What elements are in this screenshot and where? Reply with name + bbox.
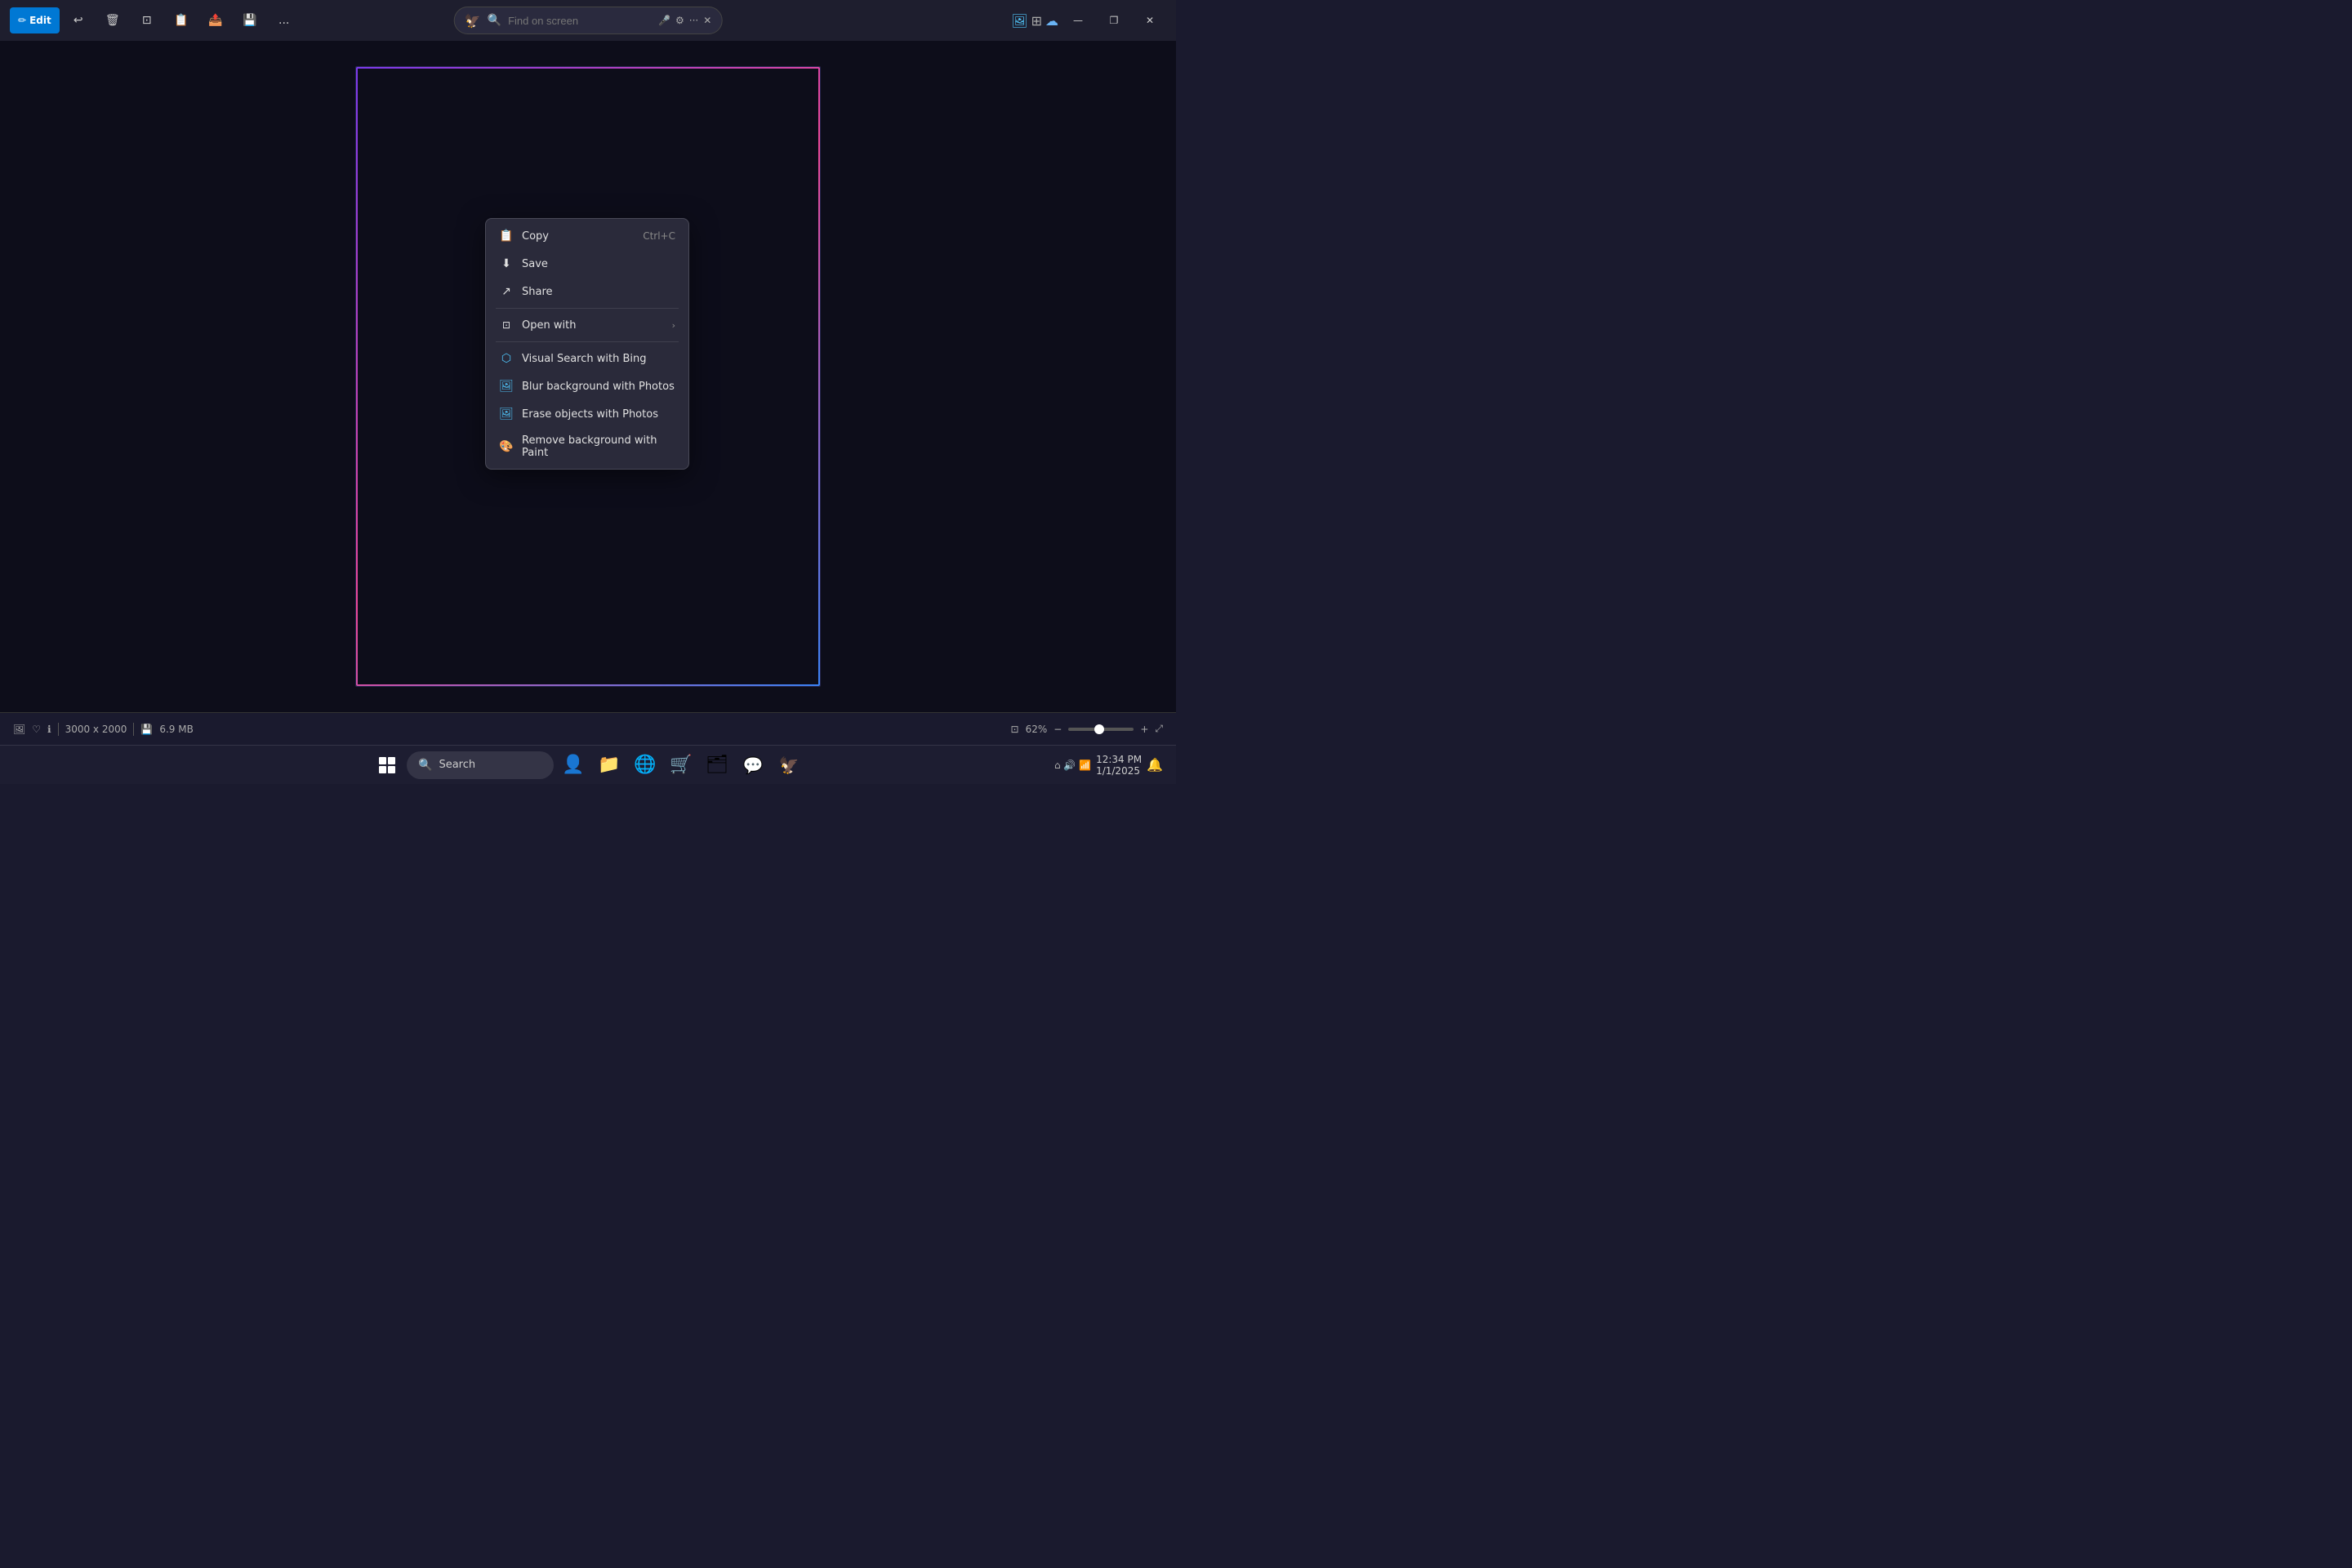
start-button[interactable] — [371, 749, 403, 782]
taskbar-edge[interactable]: 🌐 — [629, 749, 662, 782]
divider-1 — [58, 723, 59, 736]
copy-button[interactable]: 📋 — [166, 7, 197, 33]
window-controls: 🖼 ⊞ ☁ — ❐ ✕ — [1011, 7, 1166, 33]
copy-icon: 📋 — [499, 229, 514, 243]
title-bar: ✏ Edit ↩ 🗑 ⊡ 📋 📤 💾 ... 🦅 🔍 🎤 ⚙ ··· ✕ 🖼 ⊞… — [0, 0, 1176, 41]
save-label: Save — [522, 258, 675, 270]
system-tray-icons: ⌂ 🔊 📶 — [1054, 760, 1091, 771]
menu-item-blur-bg[interactable]: 🖼 Blur background with Photos — [489, 372, 685, 400]
share-label: Share — [522, 286, 675, 298]
blur-bg-icon: 🖼 — [499, 379, 514, 394]
status-right: ⊡ 62% − + ⤢ — [1011, 723, 1163, 735]
bing-icon: ⬡ — [499, 351, 514, 366]
pencil-icon: ✏ — [18, 15, 26, 26]
fullscreen-icon[interactable]: ⊡ — [1011, 724, 1019, 735]
zoom-thumb — [1094, 724, 1104, 734]
taskbar-store[interactable]: 🛒 — [665, 749, 697, 782]
taskbar-teams[interactable]: 💬 — [737, 749, 769, 782]
main-area: 📋 Copy Ctrl+C ⬇ Save ↗ Share ⊡ Open with… — [0, 41, 1176, 712]
status-bar: 🖼 ♡ ℹ 3000 x 2000 💾 6.9 MB ⊡ 62% − + ⤢ — [0, 712, 1176, 745]
blur-bg-label: Blur background with Photos — [522, 381, 675, 393]
menu-item-remove-bg[interactable]: 🎨 Remove background with Paint — [489, 428, 685, 466]
taskbar-center: 🔍 Search 👤 📁 🌐 🛒 🗂 💬 🦅 — [371, 749, 805, 782]
share-button[interactable]: 📤 — [200, 7, 231, 33]
divider-2 — [133, 723, 134, 736]
status-left: 🖼 ♡ ℹ 3000 x 2000 💾 6.9 MB — [13, 723, 194, 736]
more-icon[interactable]: ··· — [689, 15, 698, 26]
close-search-icon[interactable]: ✕ — [703, 15, 711, 26]
close-button[interactable]: ✕ — [1134, 7, 1166, 33]
file-size-icon: 💾 — [140, 724, 153, 735]
minimize-button[interactable]: — — [1062, 7, 1094, 33]
clock: 12:34 PM1/1/2025 — [1096, 754, 1142, 777]
copy-shortcut: Ctrl+C — [643, 230, 675, 242]
photos-icon: 🖼 — [1011, 13, 1027, 29]
taskbar-photos-app[interactable]: 🦅 — [773, 749, 805, 782]
taskbar: 🔍 Search 👤 📁 🌐 🛒 🗂 💬 🦅 ⌂ 🔊 📶 12:34 PM1/1… — [0, 745, 1176, 784]
find-on-screen-input[interactable] — [508, 15, 652, 27]
erase-icon: 🖼 — [499, 407, 514, 421]
save-button[interactable]: 💾 — [234, 7, 265, 33]
search-icon: 🔍 — [418, 759, 432, 772]
taskbar-search[interactable]: 🔍 Search — [407, 751, 554, 779]
delete-button[interactable]: 🗑 — [97, 7, 128, 33]
context-menu: 📋 Copy Ctrl+C ⬇ Save ↗ Share ⊡ Open with… — [485, 218, 689, 470]
dimensions-label: 3000 x 2000 — [65, 724, 127, 735]
taskbar-files[interactable]: 🗂 — [701, 749, 733, 782]
edit-button[interactable]: ✏ Edit — [10, 7, 60, 33]
file-size-label: 6.9 MB — [159, 724, 193, 735]
menu-item-save[interactable]: ⬇ Save — [489, 250, 685, 278]
search-icon: 🔍 — [488, 14, 501, 27]
menu-separator-2 — [496, 341, 679, 342]
gallery-icon: ⊞ — [1031, 13, 1042, 29]
app-icon: 🦅 — [465, 13, 481, 29]
copy-label: Copy — [522, 230, 635, 243]
menu-item-copy[interactable]: 📋 Copy Ctrl+C — [489, 222, 685, 250]
zoom-in-icon[interactable]: + — [1140, 724, 1148, 735]
taskbar-right: ⌂ 🔊 📶 12:34 PM1/1/2025 🔔 — [1054, 754, 1163, 777]
zoom-level: 62% — [1026, 724, 1048, 735]
taskbar-folders[interactable]: 📁 — [593, 749, 626, 782]
address-bar[interactable]: 🦅 🔍 🎤 ⚙ ··· ✕ — [454, 7, 723, 34]
favorite-icon[interactable]: ♡ — [32, 724, 41, 735]
search-label: Search — [439, 759, 475, 771]
info-btn[interactable]: ℹ — [47, 724, 51, 735]
erase-label: Erase objects with Photos — [522, 408, 675, 421]
toolbar-left: ✏ Edit ↩ 🗑 ⊡ 📋 📤 💾 ... — [10, 7, 300, 33]
info-icon[interactable]: 🖼 — [13, 724, 25, 735]
notifications-icon[interactable]: 🔔 — [1147, 757, 1163, 773]
mic-icon[interactable]: 🎤 — [658, 15, 670, 26]
save-icon: ⬇ — [499, 256, 514, 271]
undo-button[interactable]: ↩ — [63, 7, 94, 33]
menu-separator-1 — [496, 308, 679, 309]
image-container[interactable]: 📋 Copy Ctrl+C ⬇ Save ↗ Share ⊡ Open with… — [355, 66, 821, 687]
more-button[interactable]: ... — [269, 7, 300, 33]
remove-bg-label: Remove background with Paint — [522, 434, 675, 459]
open-with-arrow: › — [672, 320, 675, 331]
visual-search-label: Visual Search with Bing — [522, 353, 675, 365]
menu-item-visual-search[interactable]: ⬡ Visual Search with Bing — [489, 345, 685, 372]
restore-button[interactable]: ❐ — [1098, 7, 1130, 33]
menu-item-share[interactable]: ↗ Share — [489, 278, 685, 305]
menu-item-erase-objects[interactable]: 🖼 Erase objects with Photos — [489, 400, 685, 428]
menu-item-open-with[interactable]: ⊡ Open with › — [489, 311, 685, 339]
zoom-out-icon[interactable]: − — [1054, 724, 1062, 735]
share-icon: ↗ — [499, 284, 514, 299]
open-with-label: Open with — [522, 319, 664, 332]
paint-icon: 🎨 — [499, 439, 514, 454]
taskbar-person[interactable]: 👤 — [557, 749, 590, 782]
open-with-icon: ⊡ — [499, 318, 514, 332]
settings-icon[interactable]: ⚙ — [675, 15, 684, 26]
zoom-slider[interactable] — [1068, 728, 1134, 731]
expand-icon[interactable]: ⤢ — [1155, 723, 1163, 735]
crop-button[interactable]: ⊡ — [131, 7, 163, 33]
cloud-icon: ☁ — [1045, 13, 1058, 29]
